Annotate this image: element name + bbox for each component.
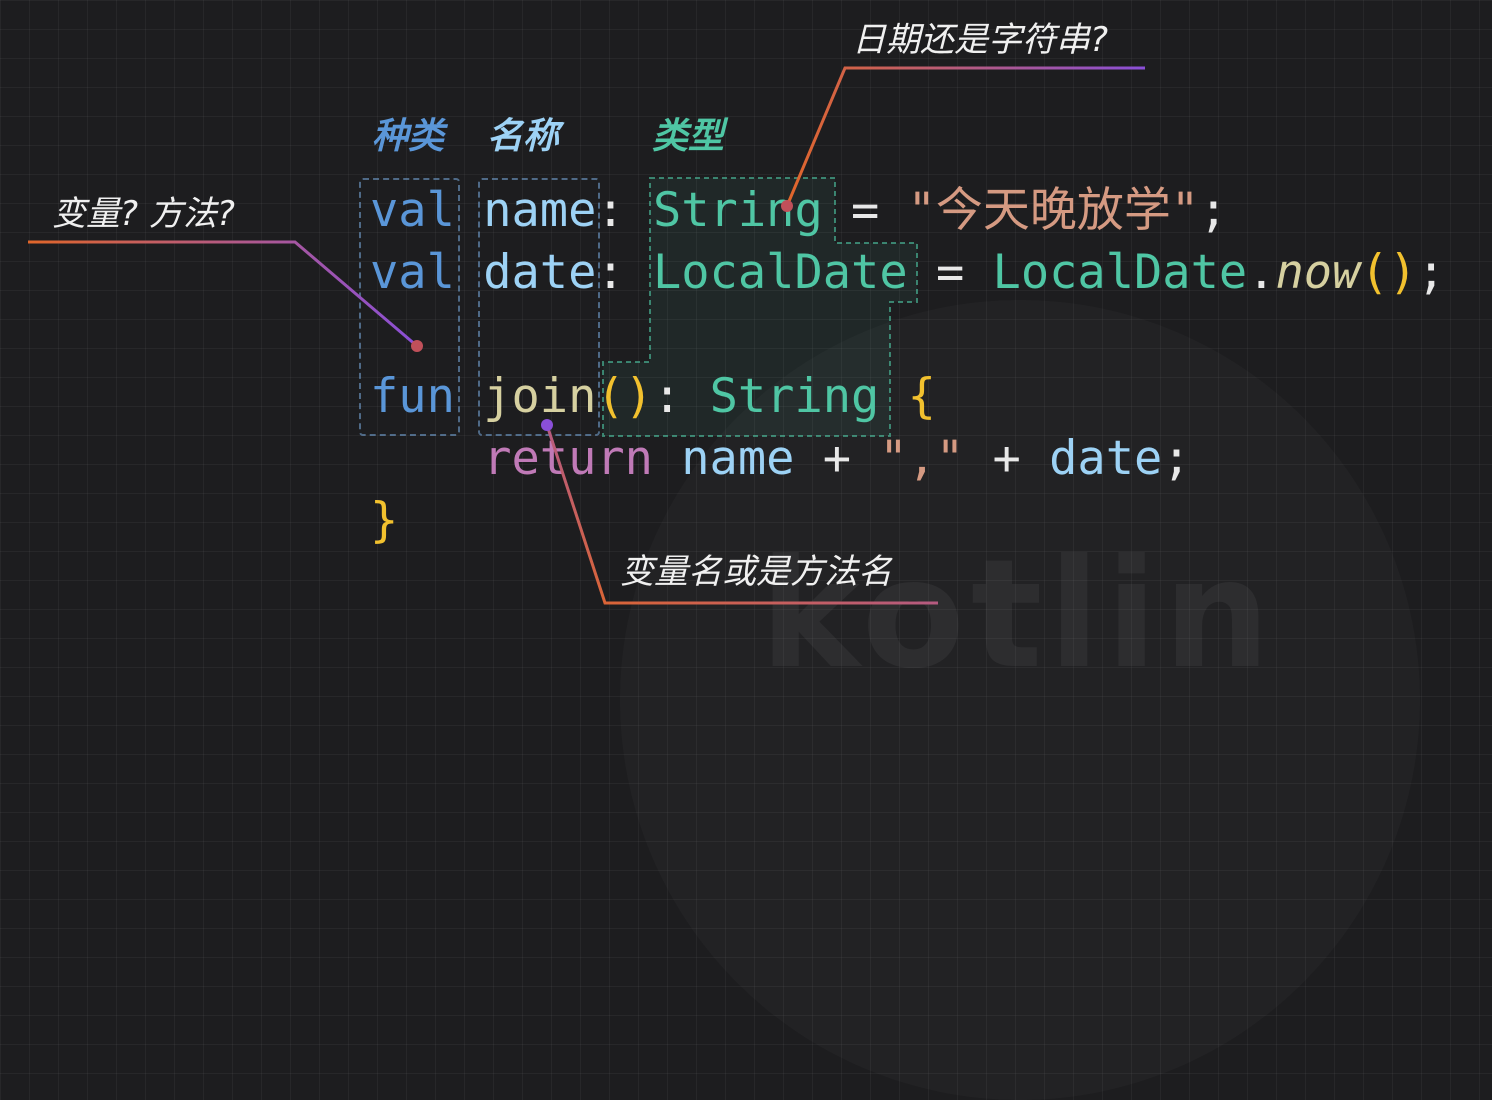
leader-lines	[28, 66, 1145, 605]
leader-dot-kind	[411, 340, 423, 352]
leader-type-question	[785, 66, 1145, 207]
annotation-name-note: 变量名或是方法名	[620, 552, 892, 592]
leader-dot-type	[781, 200, 793, 212]
annotation-type-question: 日期还是字符串?	[852, 20, 1109, 60]
leader-dot-name	[541, 419, 553, 431]
leader-kind-question	[28, 240, 418, 348]
annotation-kind-question: 变量? 方法?	[52, 194, 235, 234]
